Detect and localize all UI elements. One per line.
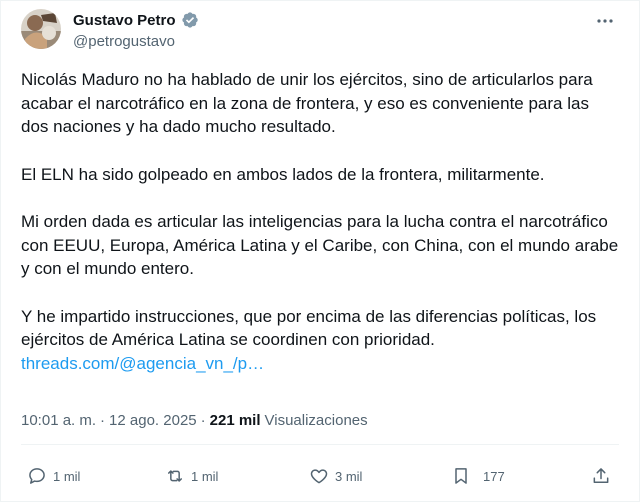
share-button[interactable] (591, 466, 611, 486)
views-count: 221 mil (209, 412, 261, 429)
author-name[interactable]: Gustavo Petro (73, 12, 176, 29)
avatar[interactable] (21, 9, 61, 49)
reply-button[interactable]: 1 mil (27, 466, 80, 486)
meta-separator: · (100, 412, 106, 429)
bookmark-count: 177 (483, 468, 505, 484)
tweet-paragraph: Mi orden dada es articular las inteligen… (21, 212, 619, 278)
like-button[interactable]: 3 mil (309, 466, 362, 486)
tweet-text: Nicolás Maduro no ha hablado de unir los… (21, 68, 621, 375)
tweet-paragraph: Nicolás Maduro no ha hablado de unir los… (21, 70, 593, 136)
tweet-time[interactable]: 10:01 a. m. (21, 412, 96, 429)
divider (21, 444, 619, 445)
tweet-card: Gustavo Petro @petrogustavo Nicolás Madu… (0, 0, 640, 502)
meta-separator: · (200, 412, 206, 429)
bookmark-button[interactable]: 177 (451, 466, 505, 486)
action-bar: 1 mil 1 mil 3 mil 177 (1, 456, 640, 496)
author-handle[interactable]: @petrogustavo (73, 33, 175, 50)
tweet-link[interactable]: threads.com/@agencia_vn_/p… (21, 352, 621, 376)
author-name-row: Gustavo Petro (73, 11, 199, 29)
reply-icon (29, 468, 45, 484)
tweet-paragraph: El ELN ha sido golpeado en ambos lados d… (21, 164, 545, 184)
repost-count: 1 mil (191, 468, 219, 484)
tweet-paragraph: Y he impartido instrucciones, que por en… (21, 306, 597, 350)
tweet-date[interactable]: 12 ago. 2025 (109, 412, 197, 429)
more-options-icon[interactable] (595, 11, 615, 31)
repost-icon (168, 470, 182, 482)
like-count: 3 mil (335, 468, 363, 484)
heart-icon (310, 469, 328, 484)
verified-badge-icon (181, 11, 199, 29)
share-icon (593, 468, 609, 483)
bookmark-icon (455, 468, 467, 484)
reply-count: 1 mil (53, 468, 81, 484)
repost-button[interactable]: 1 mil (165, 466, 218, 486)
tweet-meta: 10:01 a. m. · 12 ago. 2025 · 221 mil Vis… (21, 412, 368, 429)
views-label: Visualizaciones (264, 412, 368, 429)
